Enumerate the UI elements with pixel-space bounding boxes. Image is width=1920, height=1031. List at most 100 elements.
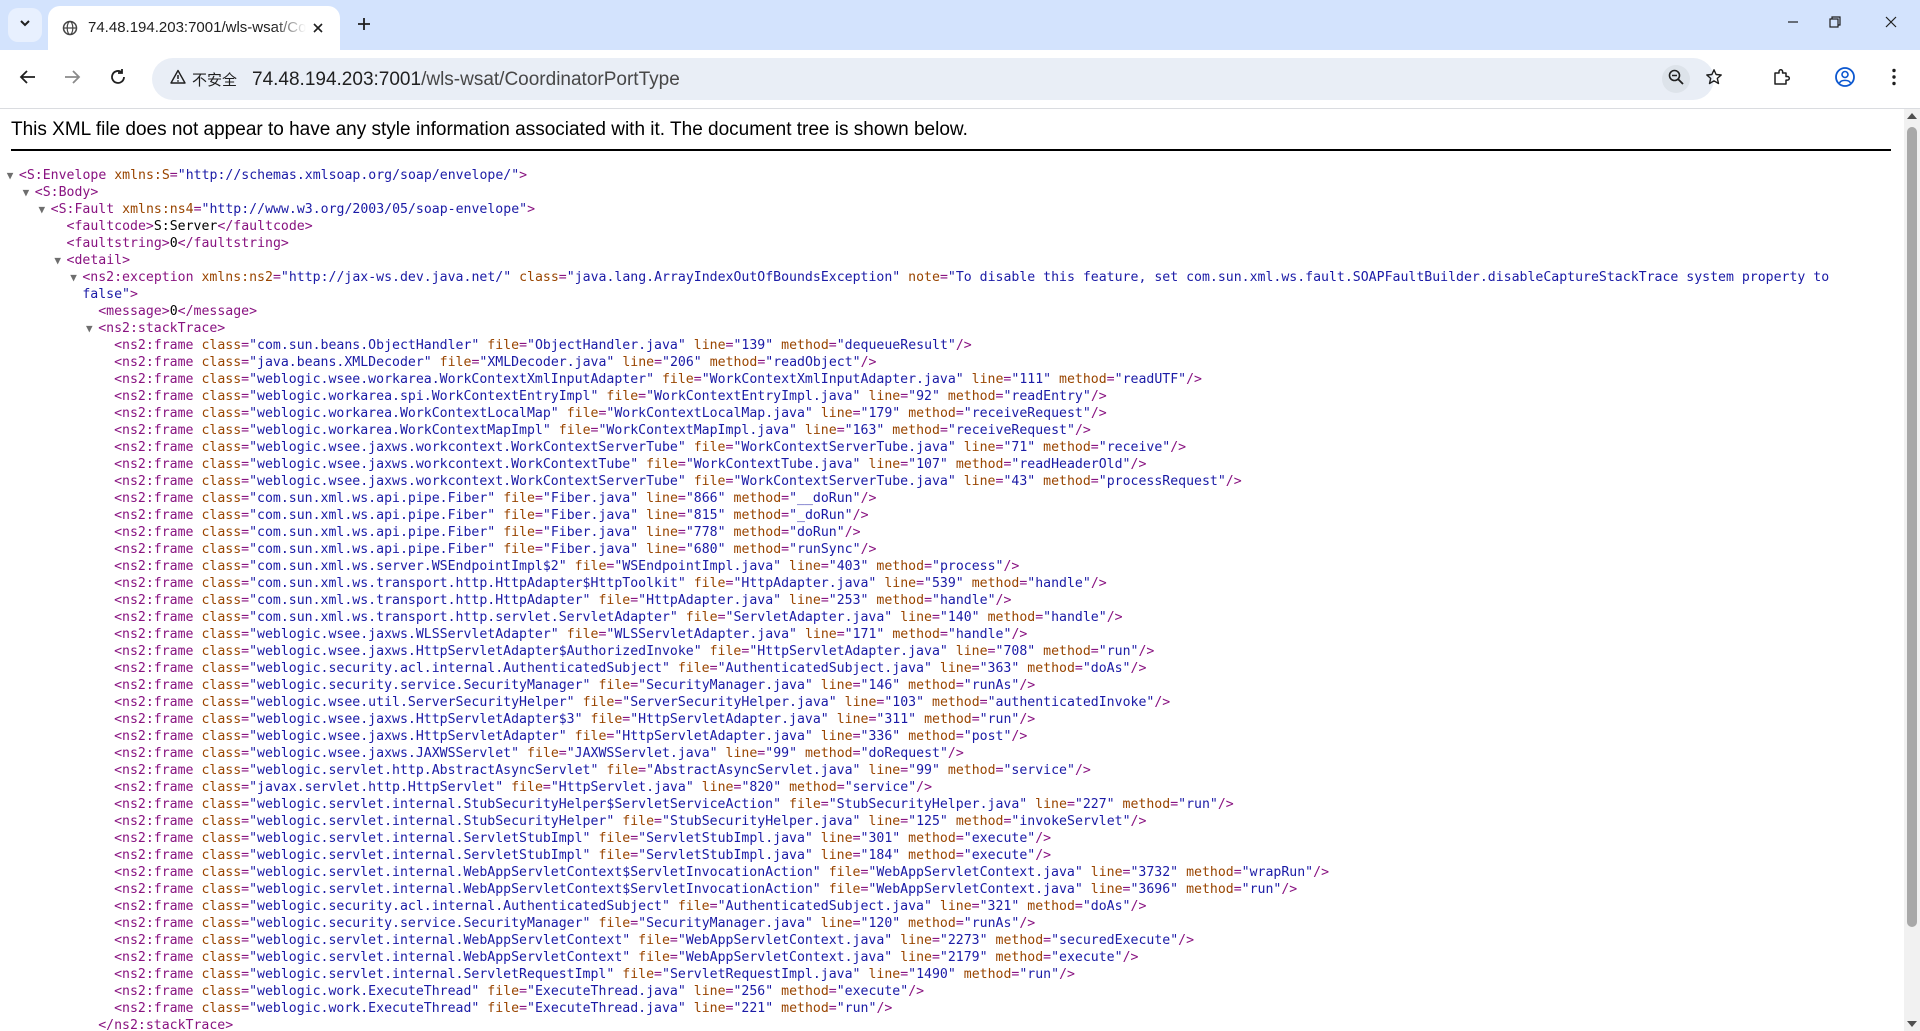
xml-attr-name: class	[201, 695, 242, 710]
xml-attr-value: "778"	[685, 525, 726, 540]
xml-tag: />	[860, 355, 877, 370]
xml-attr-name: method	[971, 576, 1020, 591]
back-button[interactable]	[12, 63, 44, 95]
xml-attr-name: xmlns:ns2	[201, 270, 273, 285]
xml-tag: =	[241, 542, 250, 557]
xml-tag: =	[955, 831, 964, 846]
vertical-scrollbar[interactable]	[1904, 109, 1920, 1031]
xml-attr-value: "weblogic.work.ExecuteThread"	[249, 984, 480, 999]
xml-attr-value: "1490"	[908, 967, 956, 982]
xml-text	[503, 780, 511, 795]
xml-tag: <ns2:frame	[114, 542, 194, 557]
xml-attr-name: class	[201, 593, 242, 608]
xml-text	[964, 576, 972, 591]
address-bar[interactable]: 不安全 74.48.194.203:7001/wls-wsat/Coordina…	[152, 58, 1722, 100]
xml-tag: />	[1090, 389, 1107, 404]
xml-attr-value: "readHeaderOld"	[1011, 457, 1131, 472]
xml-text	[1083, 882, 1091, 897]
xml-attr-value: "WebAppServletContext.java"	[677, 933, 893, 948]
browser-tab[interactable]: 74.48.194.203:7001/wls-wsat/CoordinatorP…	[48, 6, 340, 50]
tab-search-button[interactable]	[8, 8, 42, 42]
menu-button[interactable]	[1878, 63, 1910, 95]
xml-attr-name: method	[1186, 865, 1234, 880]
collapse-toggle-icon[interactable]: ▼	[52, 252, 64, 269]
xml-attr-value: "weblogic.wsee.jaxws.workcontext.WorkCon…	[249, 474, 686, 489]
xml-attr-value: "ServletAdapter.java"	[725, 610, 893, 625]
xml-attr-value: "WebAppServletContext.java"	[677, 950, 893, 965]
xml-tag: =	[955, 406, 964, 421]
xml-tag: =	[955, 678, 964, 693]
security-indicator[interactable]: 不安全	[162, 65, 247, 93]
xml-attr-name: file	[789, 797, 821, 812]
xml-tag: <faultstring>	[66, 236, 170, 251]
xml-attr-value: "184"	[860, 848, 901, 863]
reload-button[interactable]	[102, 63, 134, 95]
xml-line-content: <ns2:frame class="weblogic.security.serv…	[114, 677, 1035, 694]
xml-attr-name: line	[900, 950, 932, 965]
collapse-toggle-icon[interactable]: ▼	[83, 320, 95, 337]
new-tab-button[interactable]	[350, 12, 378, 40]
xml-tag: =	[519, 984, 528, 999]
collapse-toggle-icon[interactable]: ▼	[4, 167, 16, 184]
xml-tag: =	[781, 525, 790, 540]
xml-tag: />	[1035, 848, 1052, 863]
xml-text	[702, 644, 710, 659]
bookmark-button[interactable]	[1700, 65, 1728, 93]
xml-attr-value: "3696"	[1130, 882, 1179, 897]
xml-line-content: <message>0</message>	[98, 303, 257, 320]
collapse-toggle-icon[interactable]: ▼	[36, 201, 48, 218]
collapse-toggle-icon[interactable]: ▼	[20, 184, 32, 201]
xml-tag: =	[241, 763, 250, 778]
extensions-button[interactable]	[1766, 63, 1798, 95]
xml-attr-value: "539"	[924, 576, 964, 591]
xml-attr-name: class	[201, 372, 242, 387]
xml-attr-name: xmlns:ns4	[122, 202, 194, 217]
xml-attr-value: "com.sun.xml.ws.api.pipe.Fiber"	[249, 542, 496, 557]
restore-button[interactable]	[1806, 0, 1864, 48]
xml-attr-value: "readUTF"	[1114, 372, 1187, 387]
forward-button[interactable]	[56, 63, 88, 95]
xml-tag: <ns2:frame	[114, 865, 194, 880]
close-icon[interactable]	[308, 18, 328, 38]
xml-attr-value: "708"	[995, 644, 1036, 659]
xml-attr-name: line	[646, 491, 678, 506]
xml-text	[940, 763, 948, 778]
xml-text	[948, 644, 956, 659]
xml-tag: =	[241, 355, 250, 370]
xml-attr-value: "336"	[860, 729, 901, 744]
xml-tag: <S:Envelope	[18, 168, 107, 183]
xml-tag: <ns2:frame	[114, 457, 194, 472]
xml-tag: =	[241, 474, 250, 489]
xml-line-content: <ns2:frame class="weblogic.wsee.jaxws.wo…	[114, 456, 1146, 473]
xml-attr-name: class	[201, 576, 242, 591]
xml-attr-name: file	[487, 1001, 520, 1016]
scrollbar-thumb[interactable]	[1907, 127, 1917, 927]
xml-text	[432, 355, 440, 370]
xml-attr-name: method	[1043, 440, 1091, 455]
scroll-down-arrow-icon[interactable]	[1907, 1021, 1917, 1027]
xml-attr-name: file	[598, 678, 631, 693]
xml-tag: =	[241, 508, 250, 523]
xml-attr-name: file	[646, 457, 678, 472]
plus-icon	[356, 16, 372, 37]
close-window-button[interactable]	[1862, 0, 1920, 48]
xml-attr-value: "ExecuteThread.java"	[527, 1001, 686, 1016]
xml-tag: />	[1074, 763, 1091, 778]
profile-button[interactable]	[1829, 63, 1861, 95]
xml-tag: />	[860, 542, 877, 557]
url-text[interactable]: 74.48.194.203:7001/wls-wsat/CoordinatorP…	[252, 69, 680, 91]
xml-attr-value: "post"	[963, 729, 1012, 744]
xml-attr-value: "weblogic.security.service.SecurityManag…	[249, 678, 591, 693]
xml-tag: </faultcode>	[217, 219, 313, 234]
xml-attr-name: class	[201, 1001, 242, 1016]
xml-attr-value: "820"	[741, 780, 782, 795]
xml-tag: =	[677, 457, 686, 472]
scroll-up-arrow-icon[interactable]	[1907, 113, 1917, 119]
collapse-toggle-icon[interactable]: ▼	[68, 269, 80, 286]
xml-attr-value: "weblogic.wsee.jaxws.JAXWSServlet"	[249, 746, 520, 761]
xml-attr-value: "WorkContextEntryImpl.java"	[646, 389, 861, 404]
xml-attr-name: line	[789, 559, 821, 574]
zoom-button[interactable]	[1662, 65, 1690, 93]
xml-tag: <ns2:frame	[114, 440, 194, 455]
xml-text	[575, 695, 583, 710]
